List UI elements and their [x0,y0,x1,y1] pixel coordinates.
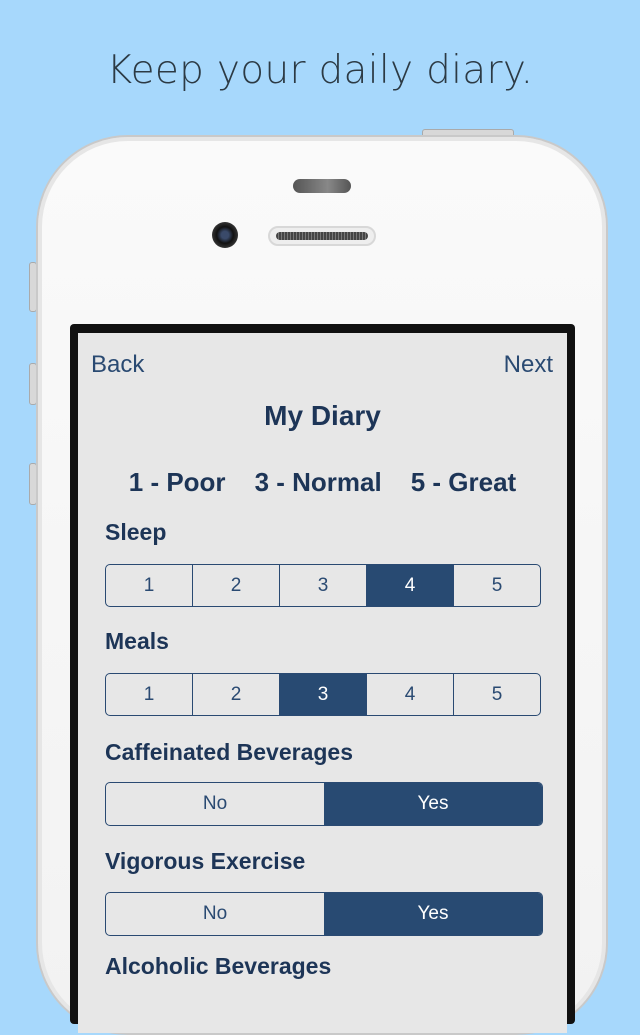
alcoholic-beverages-label: Alcoholic Beverages [105,953,332,979]
meals-label: Meals [105,628,169,654]
legend-normal: 3 - Normal [254,467,382,497]
caffeinated-beverages-toggle: No Yes [105,782,543,826]
caffeinated-beverages-label: Caffeinated Beverages [105,739,353,765]
headline: Keep your daily diary. [106,48,534,93]
app-screen: Back Next My Diary 1 - Poor 3 - Normal 5… [78,333,567,1033]
option-yes[interactable]: Yes [324,783,542,825]
camera-icon [212,222,238,248]
back-button[interactable]: Back [91,351,144,379]
meals-segmented-control: 12345 [105,673,541,716]
vigorous-exercise-label: Vigorous Exercise [105,848,306,874]
page-title: My Diary [264,400,381,431]
option-1[interactable]: 1 [106,565,192,606]
option-5[interactable]: 5 [453,565,540,606]
option-1[interactable]: 1 [106,674,192,715]
sleep-label: Sleep [105,519,167,545]
option-4[interactable]: 4 [366,674,453,715]
option-3[interactable]: 3 [279,565,366,606]
legend-great: 5 - Great [410,467,517,497]
option-yes[interactable]: Yes [324,893,542,935]
option-5[interactable]: 5 [453,674,540,715]
option-2[interactable]: 2 [192,674,279,715]
next-button[interactable]: Next [504,351,553,379]
option-3[interactable]: 3 [279,674,366,715]
option-4[interactable]: 4 [366,565,453,606]
vigorous-exercise-toggle: No Yes [105,892,543,936]
sleep-segmented-control: 12345 [105,564,541,607]
speaker-grille [268,226,376,246]
option-2[interactable]: 2 [192,565,279,606]
option-no[interactable]: No [106,783,324,825]
option-no[interactable]: No [106,893,324,935]
proximity-sensor [293,179,351,193]
legend-poor: 1 - Poor [128,467,226,497]
rating-legend: 1 - Poor 3 - Normal 5 - Great [78,467,567,498]
